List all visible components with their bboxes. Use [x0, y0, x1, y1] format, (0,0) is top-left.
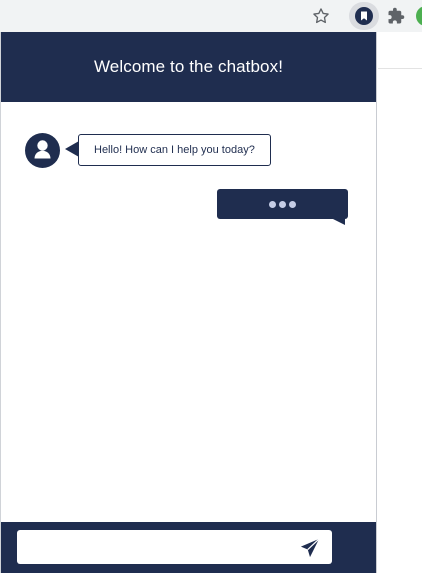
chatbox-popup: Welcome to the chatbox! Hello! How can I… [0, 32, 377, 573]
send-button[interactable] [295, 535, 325, 561]
user-icon [34, 140, 51, 159]
chatbox-extension-icon [355, 7, 373, 25]
star-icon[interactable] [311, 6, 331, 26]
toolbar-divider [378, 68, 422, 69]
message-input[interactable] [17, 530, 332, 564]
bot-avatar [25, 133, 60, 168]
profile-avatar[interactable] [416, 6, 422, 26]
bot-message-text: Hello! How can I help you today? [94, 144, 255, 156]
bot-message: Hello! How can I help you today? [78, 134, 271, 166]
bot-bubble-tail [65, 141, 79, 157]
typing-dot [289, 200, 296, 208]
typing-dot [269, 200, 276, 208]
chatbox-extension-button[interactable] [349, 2, 379, 30]
send-icon [300, 538, 320, 558]
chat-title: Welcome to the chatbox! [93, 57, 284, 76]
typing-bubble-tail [331, 218, 345, 225]
typing-dot [279, 200, 286, 208]
typing-indicator [217, 189, 348, 219]
puzzle-icon[interactable] [387, 7, 405, 25]
chat-footer [1, 522, 376, 573]
chat-header: Welcome to the chatbox! [1, 32, 376, 102]
browser-toolbar [0, 0, 422, 32]
